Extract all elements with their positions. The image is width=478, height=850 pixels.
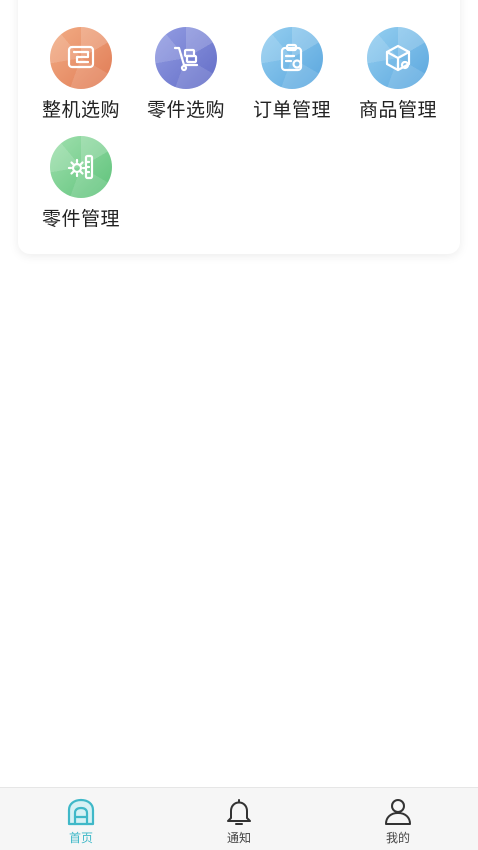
shortcut-order-management[interactable]: 订单管理 [239, 27, 345, 122]
bottom-tab-bar: 首页 通知 我的 [0, 787, 478, 850]
hand-truck-icon [155, 27, 217, 89]
shortcut-goods-management[interactable]: 商品管理 [345, 27, 451, 122]
shortcut-machine-purchase[interactable]: 整机选购 [28, 27, 134, 122]
home-icon [67, 798, 95, 826]
shortcut-label: 整机选购 [41, 99, 120, 121]
tab-profile[interactable]: 我的 [348, 788, 448, 850]
home-page: 整机选购 零件选购 订单管理 商品管理 零件管理 首页 通知 我的 [0, 0, 478, 850]
box-icon [367, 27, 429, 89]
sewing-machine-icon [50, 27, 112, 89]
user-icon [385, 799, 411, 825]
tab-label: 首页 [68, 831, 93, 845]
shortcut-label: 商品管理 [358, 99, 437, 121]
tab-home[interactable]: 首页 [31, 788, 131, 850]
shortcut-label: 零件管理 [41, 208, 120, 230]
shortcut-label: 订单管理 [252, 99, 331, 121]
bell-icon [227, 799, 251, 825]
shortcut-label: 零件选购 [146, 99, 225, 121]
shortcut-parts-management[interactable]: 零件管理 [28, 136, 134, 231]
gear-parts-icon [50, 136, 112, 198]
tab-label: 我的 [385, 831, 410, 845]
shortcut-parts-purchase[interactable]: 零件选购 [133, 27, 239, 122]
clipboard-icon [261, 27, 323, 89]
tab-label: 通知 [226, 831, 251, 845]
tab-notifications[interactable]: 通知 [189, 788, 289, 850]
